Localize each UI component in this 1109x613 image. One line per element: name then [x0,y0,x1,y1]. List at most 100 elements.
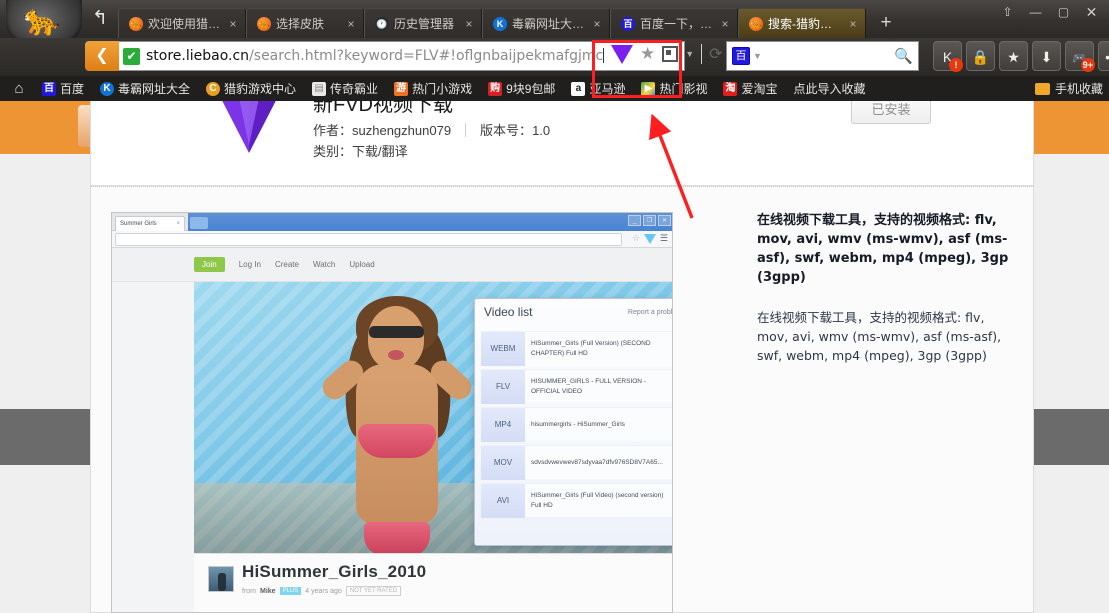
cheetah-icon: 🐆 [129,17,143,31]
screenshot-window-controls: _ ❐ ✕ [628,215,671,226]
pin-window-icon[interactable]: ⇧ [994,2,1021,22]
app-description: 在线视频下载工具，支持的视频格式: flv, mov, avi, wmv (ms… [757,212,1015,366]
star-add-icon[interactable]: ★ [640,44,655,64]
bookmark-liebao-games[interactable]: C 猎豹游戏中心 [198,76,304,101]
tab-close-icon[interactable]: × [591,17,603,31]
new-tab-button[interactable]: + [874,8,898,38]
favorites-button[interactable]: ★ [999,41,1028,71]
video-list-popup: Video list Report a problem ✕ Clear All … [474,298,673,546]
secure-lock-icon: ✔ [123,48,140,65]
chevron-down-icon[interactable]: ▼ [685,49,694,59]
bookmark-import[interactable]: 点此导入收藏 [785,76,873,101]
description-bold: 在线视频下载工具，支持的视频格式: flv, mov, avi, wmv (ms… [757,212,1015,287]
maximize-icon: ❐ [643,215,656,226]
menu-icon: ☰ [660,233,668,244]
search-icon[interactable]: 🔍 [894,47,913,65]
join-button: Join [194,257,225,272]
tab-label: 毒霸网址大全... [512,15,586,32]
tab-label: 百度一下，你... [640,15,714,32]
author-name: Mike [260,588,276,595]
bookmark-home[interactable]: ⌂ [4,76,34,101]
kingsoft-icon: K [100,82,114,96]
chevron-down-icon[interactable]: ▼ [753,51,762,61]
document-icon: ▤ [312,82,326,96]
reload-icon[interactable]: ⟳ [709,44,722,64]
app-category: 类别：下载/翻译 [313,141,408,160]
bookmark-amazon[interactable]: a 亚马逊 [563,76,633,101]
bookmark-label: 毒霸网址大全 [118,80,190,97]
kingsoft-shield-button[interactable]: K ! [933,41,962,71]
tab-search-liebao-app[interactable]: 🐆 搜索-猎豹应用 × [738,8,866,38]
screenshot-address-bar: ☆ ☰ [112,231,672,248]
bookmark-label: 百度 [60,80,84,97]
bookmark-baidu[interactable]: 百 百度 [34,76,92,101]
folder-icon [1035,83,1050,95]
tab-welcome[interactable]: 🐆 欢迎使用猎豹... × [118,8,246,38]
bookmark-9yuan9[interactable]: 购 9块9包邮 [480,76,563,101]
tab-close-icon[interactable]: × [463,17,475,31]
photo-subject [312,306,492,576]
home-icon: ⌂ [12,82,26,96]
video-name: HiSummer_Girls (Full Version) (SECOND CH… [525,339,672,359]
minimize-icon[interactable]: — [1022,2,1049,22]
amazon-icon: a [571,82,585,96]
game-icon: 游 [394,82,408,96]
games-count-badge: 9+ [1081,58,1095,72]
tab-select-skin[interactable]: 🐆 选择皮肤 × [246,8,364,38]
bookmark-label: 热门小游戏 [412,80,472,97]
app-meta: 作者：suzhengzhun079 版本号：1.0 [313,120,550,139]
tab-close-icon[interactable]: × [719,17,731,31]
video-list-row: MP4 hisummergirls - HiSummer_Girls Downl… [481,407,673,441]
screenshot-video-caption: HiSummer_Girls_2010 from Mike PLUS 4 yea… [194,553,673,613]
description-normal: 在线视频下载工具，支持的视频格式: flv, mov, avi, wmv (ms… [757,309,1015,365]
ellipsis-icon: ••• [1105,49,1109,65]
baidu-icon: 百 [621,17,635,31]
lock-icon: 🔒 [972,49,989,65]
screenshot-url-input [115,233,622,246]
baidu-icon[interactable]: 百 [732,47,750,65]
mobile-favorites[interactable]: 手机收藏 [1035,76,1103,101]
maximize-icon[interactable]: ▢ [1050,2,1077,22]
download-button: Download 55,9 Mb [672,450,673,475]
alert-badge: ! [949,58,963,72]
video-list-header: Video list Report a problem ✕ Clear All [475,299,673,329]
close-icon[interactable]: ✕ [1078,2,1105,22]
bookmark-chuanqi[interactable]: ▤ 传奇霸业 [304,76,386,101]
downloads-button[interactable]: ⬇ [1032,41,1061,71]
video-format-badge: WEBM [481,332,525,366]
bookmark-duba-sites[interactable]: K 毒霸网址大全 [92,76,198,101]
screenshot-video-title: HiSummer_Girls_2010 [242,562,426,582]
plus-badge: PLUS [280,587,302,595]
bookmark-mini-games[interactable]: 游 热门小游戏 [386,76,480,101]
login-link: Log In [239,260,261,269]
tab-back-arrow-icon[interactable]: ↰ [88,8,112,30]
clock-icon: 🕐 [375,17,389,31]
tab-duba-sites[interactable]: K 毒霸网址大全... × [482,8,610,38]
bookmark-taobao[interactable]: 淘 爱淘宝 [715,76,785,101]
tab-close-icon[interactable]: × [847,17,859,31]
installed-button[interactable]: 已安装 [851,101,931,124]
address-bar[interactable]: ✔ store.liebao.cn/search.html?keyword=FL… [119,41,685,71]
kingsoft-icon: K [493,17,507,31]
more-menu-button[interactable]: ••• [1098,41,1109,71]
app-author: 作者：suzhengzhun079 [313,120,451,139]
bookmark-hot-video[interactable]: ▶ 热门影视 [633,76,715,101]
bookmark-label: 传奇霸业 [330,80,378,97]
tab-close-icon[interactable]: × [345,17,357,31]
games-button[interactable]: 🎮 9+ [1065,41,1094,71]
tab-label: 欢迎使用猎豹... [148,15,222,32]
tab-baidu[interactable]: 百 百度一下，你... × [610,8,738,38]
app-screenshot[interactable]: Summer Girls × _ ❐ ✕ ☆ [111,212,673,613]
minimize-icon: _ [628,215,641,226]
url-domain: store.liebao.cn [146,48,249,64]
browser-window: 🐆 ↰ 🐆 欢迎使用猎豹... × 🐆 选择皮肤 × 🕐 历史管理器 × K 毒… [0,0,1109,613]
search-box[interactable]: 百 ▼ 🔍 [726,41,919,71]
tab-history-manager[interactable]: 🕐 历史管理器 × [364,8,482,38]
tab-close-icon[interactable]: × [227,17,239,31]
lock-button[interactable]: 🔒 [966,41,995,71]
qr-code-icon[interactable] [662,46,678,62]
back-button[interactable]: ❮ [85,41,119,71]
video-list-row: WEBM HiSummer_Girls (Full Version) (SECO… [481,331,673,365]
close-icon: × [176,217,180,232]
fvd-downloader-icon[interactable] [611,45,633,64]
